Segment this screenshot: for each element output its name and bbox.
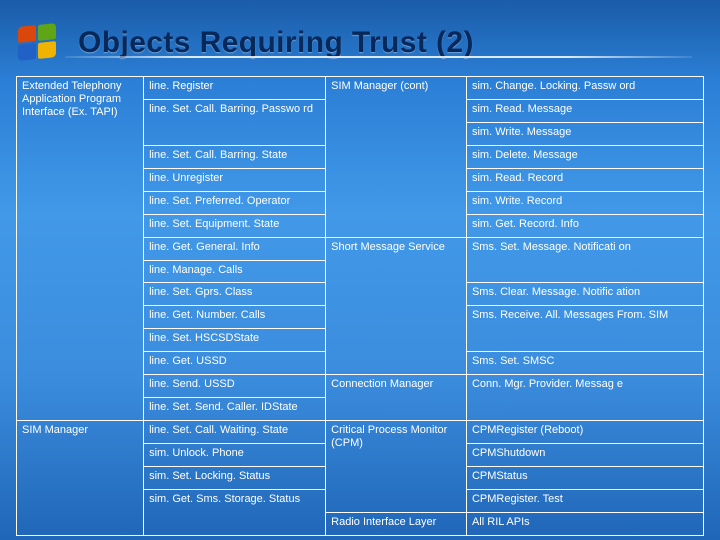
cell: sim. Read. Record bbox=[466, 168, 703, 191]
cell: Sms. Set. Message. Notificati on bbox=[466, 237, 703, 283]
trust-objects-table: Extended Telephony Application Program I… bbox=[16, 76, 704, 536]
cell: line. Manage. Calls bbox=[144, 260, 326, 283]
windows-logo-icon bbox=[18, 24, 60, 62]
cell: line. Set. Preferred. Operator bbox=[144, 191, 326, 214]
cell: sim. Write. Message bbox=[466, 122, 703, 145]
title-divider bbox=[65, 56, 692, 58]
cell: sim. Change. Locking. Passw ord bbox=[466, 77, 703, 100]
cell: sim. Get. Sms. Storage. Status bbox=[144, 489, 326, 535]
cell: Sms. Clear. Message. Notific ation bbox=[466, 283, 703, 306]
group-cpm: Critical Process Monitor (CPM) bbox=[326, 421, 467, 513]
cell: line. Send. USSD bbox=[144, 375, 326, 398]
group-sim-manager-cont: SIM Manager (cont) bbox=[326, 77, 467, 238]
cell: CPMStatus bbox=[466, 466, 703, 489]
group-sms: Short Message Service bbox=[326, 237, 467, 375]
cell: sim. Set. Locking. Status bbox=[144, 466, 326, 489]
cell: Conn. Mgr. Provider. Messag e bbox=[466, 375, 703, 421]
cell: CPMRegister (Reboot) bbox=[466, 421, 703, 444]
cell: line. Set. Equipment. State bbox=[144, 214, 326, 237]
slide-title: Objects Requiring Trust (2) bbox=[78, 26, 474, 60]
cell: line. Set. Call. Barring. Passwo rd bbox=[144, 99, 326, 145]
cell: Sms. Receive. All. Messages From. SIM bbox=[466, 306, 703, 352]
cell: line. Set. HSCSDState bbox=[144, 329, 326, 352]
cell: line. Set. Call. Barring. State bbox=[144, 145, 326, 168]
cell: CPMRegister. Test bbox=[466, 489, 703, 512]
cell: sim. Write. Record bbox=[466, 191, 703, 214]
cell: line. Get. USSD bbox=[144, 352, 326, 375]
cell: sim. Read. Message bbox=[466, 99, 703, 122]
cell: line. Set. Gprs. Class bbox=[144, 283, 326, 306]
group-ril: Radio Interface Layer bbox=[326, 512, 467, 535]
cell: sim. Unlock. Phone bbox=[144, 444, 326, 467]
cell: line. Unregister bbox=[144, 168, 326, 191]
cell: sim. Get. Record. Info bbox=[466, 214, 703, 237]
cell: line. Get. Number. Calls bbox=[144, 306, 326, 329]
cell: sim. Delete. Message bbox=[466, 145, 703, 168]
group-connection-manager: Connection Manager bbox=[326, 375, 467, 421]
cell: line. Register bbox=[144, 77, 326, 100]
group-sim-manager: SIM Manager bbox=[17, 421, 144, 536]
cell: CPMShutdown bbox=[466, 444, 703, 467]
group-extapi: Extended Telephony Application Program I… bbox=[17, 77, 144, 421]
cell: line. Get. General. Info bbox=[144, 237, 326, 260]
cell: Sms. Set. SMSC bbox=[466, 352, 703, 375]
cell: All RIL APIs bbox=[466, 512, 703, 535]
cell: line. Set. Call. Waiting. State bbox=[144, 421, 326, 444]
cell: line. Set. Send. Caller. IDState bbox=[144, 398, 326, 421]
